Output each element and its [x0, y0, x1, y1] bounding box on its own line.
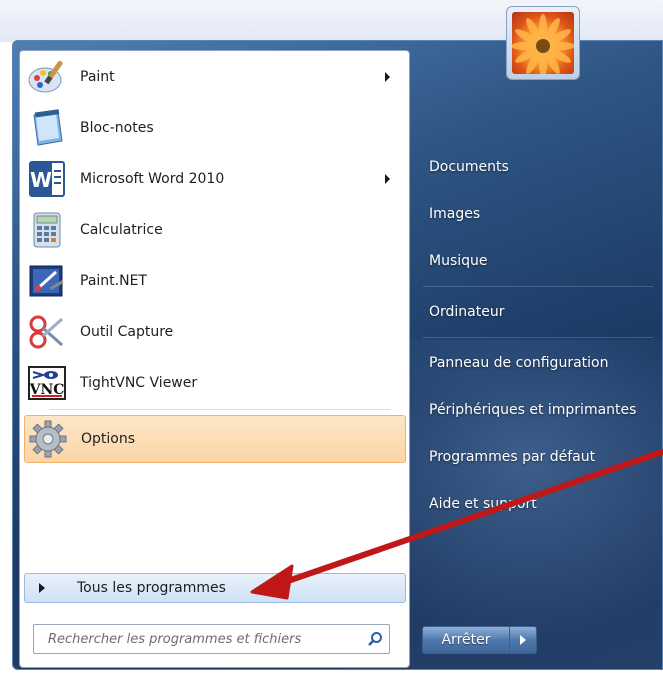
program-label: Outil Capture	[80, 324, 174, 340]
options-label: Options	[81, 431, 136, 447]
submenu-arrow-icon[interactable]	[385, 174, 390, 184]
submenu-arrow-icon[interactable]	[385, 72, 390, 82]
divider	[50, 409, 390, 410]
program-item-tightvnc[interactable]: VNC TightVNC Viewer	[24, 359, 406, 407]
svg-text:W: W	[30, 168, 52, 192]
program-item-paintnet[interactable]: Paint.NET	[24, 257, 406, 305]
program-label: Paint.NET	[80, 273, 147, 289]
program-item-paint[interactable]: Paint	[24, 53, 406, 101]
gear-icon	[27, 418, 69, 460]
notepad-icon	[26, 107, 68, 149]
search-box[interactable]	[33, 624, 390, 654]
right-item-help-support[interactable]: Aide et support	[429, 496, 537, 512]
calculator-icon	[26, 209, 68, 251]
chevron-right-icon	[520, 635, 526, 645]
program-label: Paint	[80, 69, 115, 85]
desktop-background: Paint Bloc-notes W Microsoft Word 2010 C…	[0, 0, 663, 677]
search-button[interactable]	[361, 625, 389, 653]
user-avatar[interactable]	[506, 6, 580, 80]
word-icon: W	[26, 158, 68, 200]
right-item-music[interactable]: Musique	[429, 253, 488, 269]
divider	[423, 286, 653, 287]
expand-arrow-icon	[39, 583, 45, 593]
paint-icon	[26, 56, 68, 98]
right-item-documents[interactable]: Documents	[429, 159, 509, 175]
shutdown-control: Arrêter	[422, 626, 537, 654]
program-label: TightVNC Viewer	[80, 375, 198, 391]
divider	[423, 337, 653, 338]
tightvnc-icon: VNC	[26, 362, 68, 404]
shutdown-options-button[interactable]	[510, 626, 537, 654]
program-item-notepad[interactable]: Bloc-notes	[24, 104, 406, 152]
program-item-snipping-tool[interactable]: Outil Capture	[24, 308, 406, 356]
right-item-computer[interactable]: Ordinateur	[429, 304, 505, 320]
flower-icon	[512, 14, 574, 74]
all-programs-label: Tous les programmes	[77, 580, 226, 596]
flower-picture	[512, 12, 574, 74]
right-item-devices-printers[interactable]: Périphériques et imprimantes	[429, 402, 636, 418]
program-label: Microsoft Word 2010	[80, 171, 225, 187]
options-item[interactable]: Options	[24, 415, 406, 463]
programs-pane: Paint Bloc-notes W Microsoft Word 2010 C…	[19, 50, 410, 668]
snipping-tool-icon	[26, 311, 68, 353]
right-item-control-panel[interactable]: Panneau de configuration	[429, 355, 608, 371]
right-item-images[interactable]: Images	[429, 206, 480, 222]
search-icon	[368, 632, 382, 646]
all-programs-button[interactable]: Tous les programmes	[24, 573, 406, 603]
program-label: Bloc-notes	[80, 120, 154, 136]
paintnet-icon	[26, 260, 68, 302]
program-item-calculator[interactable]: Calculatrice	[24, 206, 406, 254]
right-item-default-programs[interactable]: Programmes par défaut	[429, 449, 595, 465]
program-label: Calculatrice	[80, 222, 163, 238]
program-item-word[interactable]: W Microsoft Word 2010	[24, 155, 406, 203]
shutdown-button[interactable]: Arrêter	[422, 626, 510, 654]
search-input[interactable]	[46, 625, 361, 653]
